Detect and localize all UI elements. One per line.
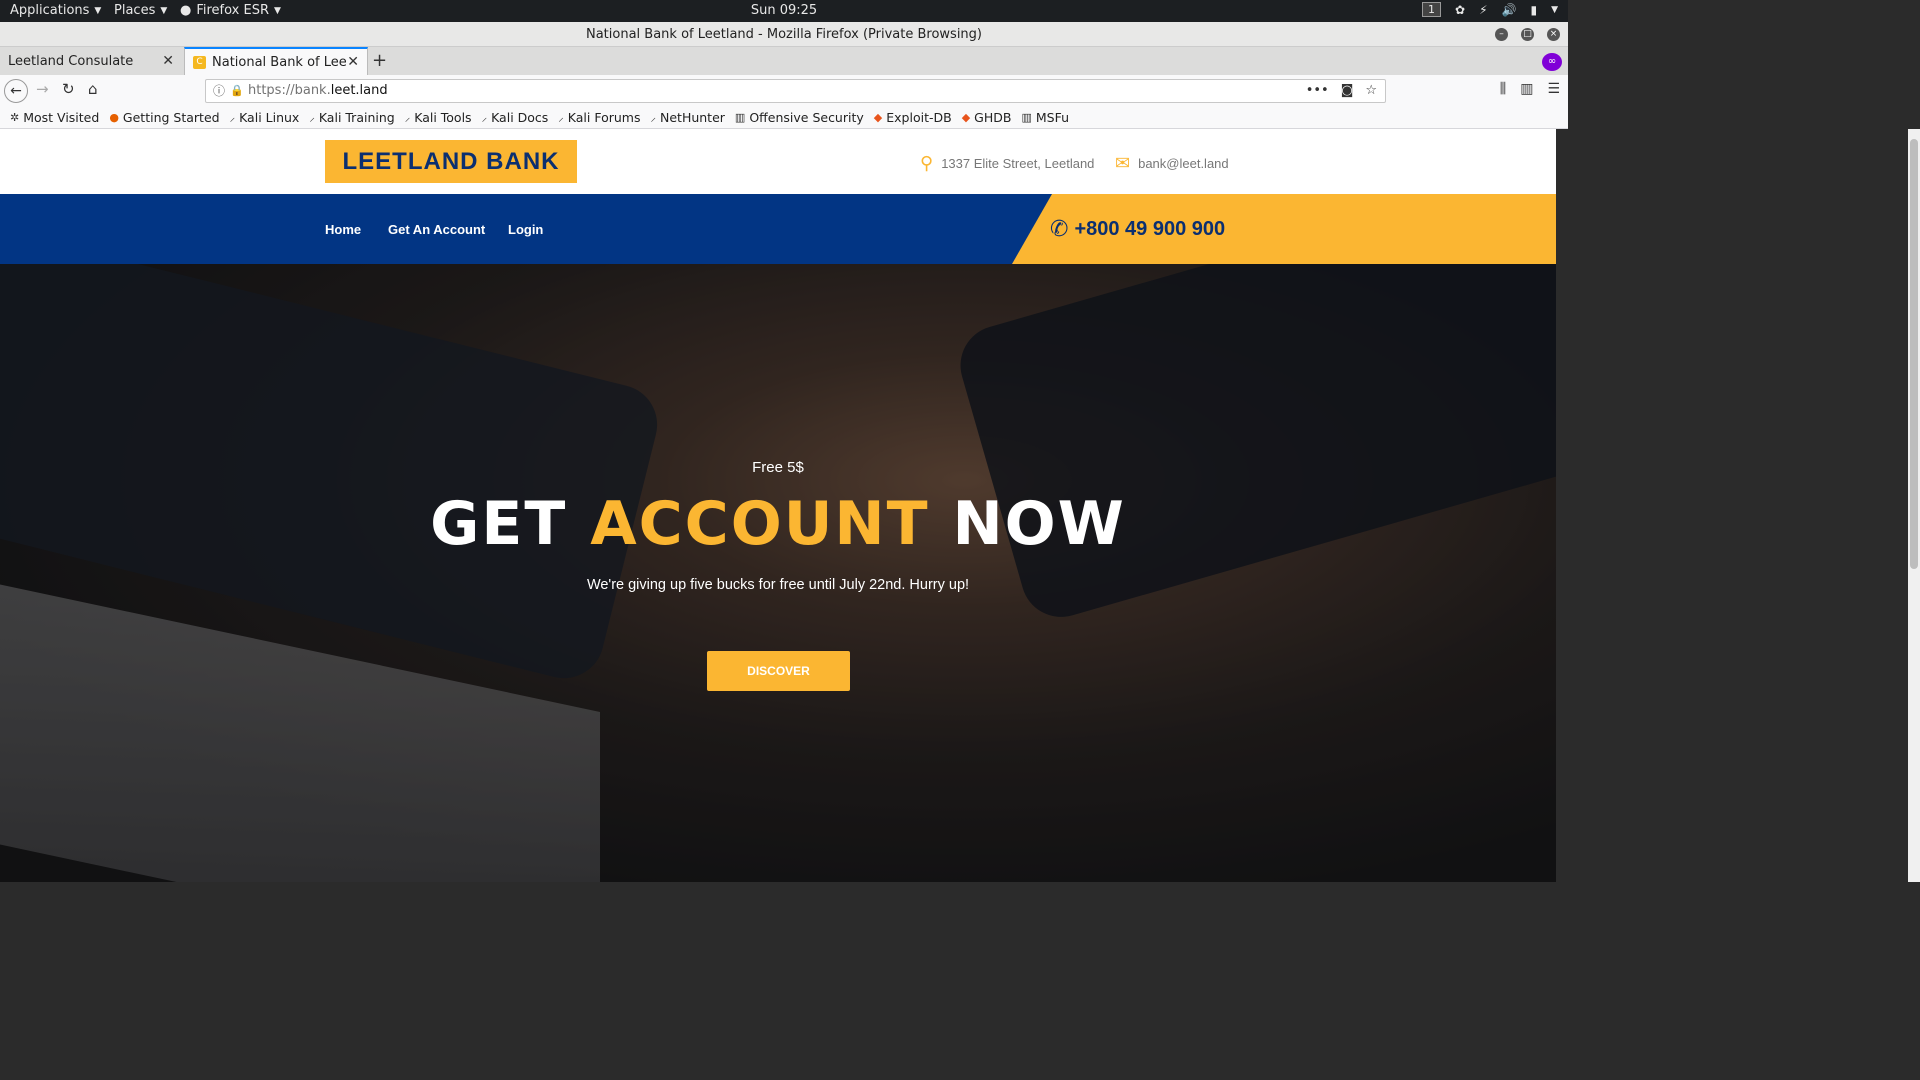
bookmark-star-icon[interactable]: ☆ — [1365, 80, 1377, 102]
envelope-icon: ✉ — [1115, 153, 1131, 173]
network-icon[interactable]: ⚡ — [1479, 3, 1487, 17]
offsec-icon: ▥ — [734, 111, 746, 124]
hamburger-menu-icon[interactable]: ☰ — [1547, 81, 1560, 97]
hero-kicker: Free 5$ — [752, 459, 804, 476]
nav-login[interactable]: Login — [508, 222, 543, 237]
phone-icon: ✆ — [1050, 216, 1069, 241]
home-button[interactable]: ⌂ — [88, 80, 98, 98]
close-icon[interactable]: ✕ — [162, 53, 174, 69]
gear-icon: ✲ — [10, 111, 20, 124]
firefox-label: Firefox ESR — [196, 3, 269, 18]
nav-get-an-account[interactable]: Get An Account — [388, 222, 485, 237]
firefox-icon: ● — [109, 111, 119, 124]
email-text[interactable]: bank@leet.land — [1138, 156, 1229, 171]
location-pin-icon: ⚲ — [920, 153, 934, 173]
private-browsing-icon: ∞ — [1542, 53, 1562, 71]
url-bar[interactable]: ⓘ 🔒 https://bank.leet.land ••• ◙ ☆ — [205, 79, 1386, 103]
bookmark-nethunter[interactable]: ⸝ NetHunter — [651, 110, 725, 125]
favicon-icon: C — [193, 55, 206, 69]
bookmark-kali-tools[interactable]: ⸝ Kali Tools — [405, 110, 472, 125]
window-title: National Bank of Leetland - Mozilla Fire… — [585, 27, 982, 42]
tab-label: Leetland Consulate — [8, 53, 134, 69]
hero-subtext: We're giving up five bucks for free unti… — [586, 577, 970, 593]
site-navigation: Home Get An Account Login ✆ +800 49 900 … — [0, 194, 1556, 264]
scrollbar-thumb[interactable] — [1910, 139, 1918, 569]
bookmarks-toolbar: ✲ Most Visited ● Getting Started ⸝ Kali Lin… — [0, 107, 1568, 129]
bookmark-ghdb[interactable]: ◆ GHDB — [962, 110, 1012, 125]
maximize-icon[interactable]: □ — [1521, 28, 1534, 41]
kali-icon: ⸝ — [650, 111, 657, 124]
nav-home[interactable]: Home — [325, 222, 361, 237]
volume-icon[interactable]: 🔊 — [1502, 3, 1517, 17]
phone-text: +800 49 900 900 — [1074, 217, 1226, 240]
address-text: 1337 Elite Street, Leetland — [941, 156, 1095, 171]
navigation-toolbar: ← → ↻ ⌂ ⓘ 🔒 https://bank.leet.land ••• ◙… — [0, 75, 1568, 107]
places-label: Places — [114, 3, 156, 18]
bookmark-offensive-security[interactable]: ▥ Offensive Security — [735, 110, 864, 125]
info-icon[interactable]: ⓘ — [213, 80, 225, 102]
hero-headline: GET ACCOUNT NOW — [430, 489, 1126, 559]
window-title-bar: National Bank of Leetland - Mozilla Fire… — [0, 22, 1568, 47]
exploitdb-icon: ◆ — [873, 111, 883, 124]
tab-national-bank[interactable]: C National Bank of Leetland ✕ — [184, 47, 368, 75]
bookmark-most-visited[interactable]: ✲ Most Visited — [10, 110, 99, 125]
exploitdb-icon: ◆ — [961, 111, 971, 124]
workspace-indicator[interactable]: 1 — [1422, 2, 1442, 17]
pocket-icon[interactable]: ◙ — [1341, 80, 1354, 102]
hero-banner: Free 5$ GET ACCOUNT NOW We're giving up … — [0, 264, 1556, 882]
firefox-app-menu[interactable]: ● Firefox ESR ▼ — [180, 3, 281, 18]
url-text: https://bank.leet.land — [248, 83, 388, 98]
discover-button[interactable]: DISCOVER — [707, 651, 850, 691]
chevron-down-icon[interactable]: ▼ — [1551, 5, 1558, 15]
close-icon[interactable]: × — [1547, 28, 1560, 41]
page-actions-icon[interactable]: ••• — [1306, 80, 1329, 102]
site-logo[interactable]: LEETLAND BANK — [325, 140, 577, 183]
applications-menu[interactable]: Applications ▼ — [10, 3, 101, 18]
bookmark-getting-started[interactable]: ● Getting Started — [109, 110, 219, 125]
kali-icon: ⸝ — [558, 111, 564, 124]
hero-overlay — [0, 264, 1556, 882]
phone-number[interactable]: ✆ +800 49 900 900 — [1050, 216, 1225, 242]
address-info: ⚲ 1337 Elite Street, Leetland — [920, 153, 1094, 174]
firefox-icon: ● — [180, 3, 192, 18]
tab-bar: Leetland Consulate ✕ C National Bank of … — [0, 47, 1568, 75]
bookmark-kali-linux[interactable]: ⸝ Kali Linux — [230, 110, 300, 125]
apps-icon[interactable]: ✿ — [1455, 3, 1465, 17]
close-icon[interactable]: ✕ — [347, 54, 359, 70]
applications-label: Applications — [10, 3, 90, 18]
site-header: LEETLAND BANK ⚲ 1337 Elite Street, Leetl… — [0, 129, 1556, 194]
minimize-icon[interactable]: – — [1495, 28, 1508, 41]
places-menu[interactable]: Places ▼ — [114, 3, 167, 18]
bookmark-kali-training[interactable]: ⸝ Kali Training — [309, 110, 394, 125]
sidebar-icon[interactable]: ▥ — [1520, 81, 1533, 97]
web-content: LEETLAND BANK ⚲ 1337 Elite Street, Leetl… — [0, 129, 1556, 882]
bookmark-kali-forums[interactable]: ⸝ Kali Forums — [558, 110, 640, 125]
lock-icon[interactable]: 🔒 — [230, 80, 244, 102]
tab-label: National Bank of Leetland — [212, 54, 346, 70]
email-info: ✉ bank@leet.land — [1115, 153, 1229, 174]
bookmark-msfu[interactable]: ▥ MSFu — [1021, 110, 1069, 125]
new-tab-button[interactable]: + — [372, 50, 387, 71]
chevron-down-icon: ▼ — [274, 5, 281, 16]
offsec-icon: ▥ — [1021, 111, 1032, 124]
reload-button[interactable]: ↻ — [62, 80, 75, 98]
bookmark-exploit-db[interactable]: ◆ Exploit-DB — [874, 110, 952, 125]
kali-icon: ⸝ — [309, 111, 315, 124]
chevron-down-icon: ▼ — [94, 5, 102, 16]
back-button[interactable]: ← — [4, 79, 28, 103]
kali-icon: ⸝ — [229, 111, 236, 124]
kali-icon: ⸝ — [481, 111, 488, 124]
kali-icon: ⸝ — [404, 111, 411, 124]
library-icon[interactable]: ⫼ — [1500, 81, 1506, 97]
battery-icon[interactable]: ▮ — [1530, 3, 1537, 17]
tab-leetland-consulate[interactable]: Leetland Consulate ✕ — [0, 47, 182, 75]
page-scrollbar[interactable] — [1908, 129, 1920, 882]
clock[interactable]: Sun 09:25 — [751, 3, 817, 18]
forward-button[interactable]: → — [36, 80, 49, 98]
system-tray[interactable]: 1 ✿ ⚡ 🔊 ▮ ▼ — [1422, 2, 1558, 17]
desktop-top-bar: Applications ▼ Places ▼ ● Firefox ESR ▼ … — [0, 0, 1568, 22]
chevron-down-icon: ▼ — [160, 5, 168, 16]
bookmark-kali-docs[interactable]: ⸝ Kali Docs — [482, 110, 549, 125]
